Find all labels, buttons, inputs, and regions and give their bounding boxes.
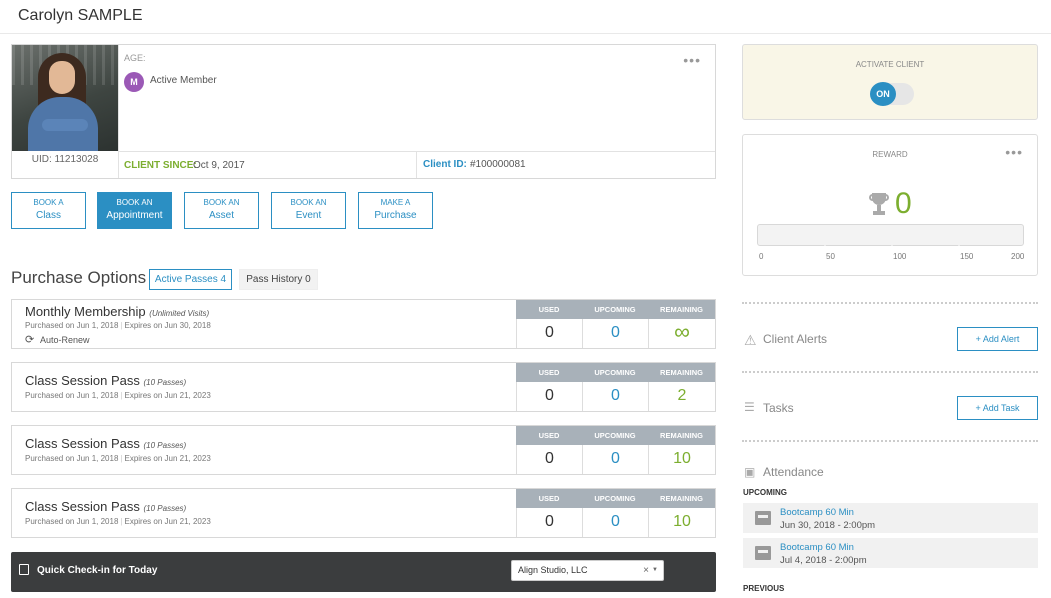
remaining-count: 2 <box>648 382 715 411</box>
pass-name: Monthly Membership (Unlimited Visits) <box>25 304 210 319</box>
make-purchase-button[interactable]: MAKE A Purchase <box>358 192 433 229</box>
list-item[interactable]: Bootcamp 60 Min Jul 4, 2018 - 2:00pm <box>743 538 1038 568</box>
section-divider <box>742 302 1038 304</box>
section-divider <box>742 440 1038 442</box>
used-count: 0 <box>516 382 582 411</box>
client-since-value: Oct 9, 2017 <box>193 160 245 171</box>
page-title: Carolyn SAMPLE <box>18 7 143 24</box>
visit-name[interactable]: Bootcamp 60 Min <box>780 542 854 553</box>
section-divider <box>742 371 1038 373</box>
auto-renew: ⟳ Auto-Renew <box>25 334 90 346</box>
previous-label: PREVIOUS <box>743 584 785 593</box>
add-task-button[interactable]: + Add Task <box>957 396 1038 420</box>
pass-name: Class Session Pass (10 Passes) <box>25 499 187 514</box>
upcoming-count: 0 <box>582 508 648 537</box>
tab-pass-history[interactable]: Pass History 0 <box>239 269 318 290</box>
pass-card: Monthly Membership (Unlimited Visits) Pu… <box>11 299 716 349</box>
age-label: AGE: <box>124 53 146 63</box>
pass-stats: USED UPCOMING REMAINING 0 0 10 <box>516 426 715 474</box>
checkin-icon <box>19 564 29 575</box>
activate-client-panel: ACTIVATE CLIENT ON <box>742 44 1038 120</box>
book-event-button[interactable]: BOOK AN Event <box>271 192 346 229</box>
client-id-label: Client ID: <box>423 159 467 170</box>
visit-date: Jul 4, 2018 - 2:00pm <box>780 555 867 566</box>
class-icon <box>755 511 771 525</box>
attendance-title: Attendance <box>763 465 824 479</box>
chevron-down-icon[interactable]: ▼ <box>652 561 658 580</box>
client-uid: UID: 11213028 <box>31 154 99 165</box>
pass-dates: Purchased on Jun 1, 2018 | Expires on Jun … <box>25 391 211 400</box>
warning-icon: ⚠ <box>744 332 757 348</box>
pass-stats: USED UPCOMING REMAINING 0 0 2 <box>516 363 715 411</box>
reward-points: 0 <box>895 187 912 220</box>
reward-tick: 100 <box>893 252 907 261</box>
client-photo[interactable] <box>12 45 118 151</box>
clear-icon[interactable]: × <box>643 561 649 580</box>
used-count: 0 <box>516 319 582 348</box>
reward-tick: 200 <box>1011 252 1025 261</box>
reward-tick: 150 <box>960 252 974 261</box>
pass-dates: Purchased on Jun 1, 2018 | Expires on Jun … <box>25 517 211 526</box>
visit-name[interactable]: Bootcamp 60 Min <box>780 507 854 518</box>
purchase-options-title: Purchase Options <box>11 268 147 287</box>
pass-dates: Purchased on Jun 1, 2018 | Expires on Jun … <box>25 454 211 463</box>
quick-checkin-bar: Quick Check-in for Today Align Studio, L… <box>11 552 716 592</box>
visit-date: Jun 30, 2018 - 2:00pm <box>780 520 876 531</box>
client-alerts-title: Client Alerts <box>763 332 828 346</box>
class-icon <box>755 546 771 560</box>
activate-toggle[interactable]: ON <box>870 82 914 106</box>
trophy-icon <box>869 193 889 217</box>
tasks-title: Tasks <box>763 401 794 415</box>
pass-card: Class Session Pass (10 Passes) Purchased… <box>11 362 716 412</box>
book-asset-button[interactable]: BOOK AN Asset <box>184 192 259 229</box>
pass-card: Class Session Pass (10 Passes) Purchased… <box>11 488 716 538</box>
reward-progress-bar <box>757 224 1024 249</box>
pass-stats: USED UPCOMING REMAINING 0 0 ∞ <box>516 300 715 348</box>
add-alert-button[interactable]: + Add Alert <box>957 327 1038 351</box>
pass-name: Class Session Pass (10 Passes) <box>25 436 187 451</box>
pass-stats: USED UPCOMING REMAINING 0 0 10 <box>516 489 715 537</box>
upcoming-count: 0 <box>582 319 648 348</box>
book-class-button[interactable]: BOOK A Class <box>11 192 86 229</box>
used-count: 0 <box>516 508 582 537</box>
list-item[interactable]: Bootcamp 60 Min Jun 30, 2018 - 2:00pm <box>743 503 1038 533</box>
title-divider <box>0 33 1051 34</box>
clipboard-icon: ☰ <box>744 400 755 414</box>
location-select[interactable]: Align Studio, LLC × ▼ <box>511 560 664 581</box>
more-options-icon[interactable]: ••• <box>683 53 701 67</box>
reward-label: REWARD <box>872 150 908 159</box>
infinity-icon: ∞ <box>648 319 715 348</box>
client-since-label: CLIENT SINCE: <box>124 160 197 171</box>
pass-name: Class Session Pass (10 Passes) <box>25 373 187 388</box>
pass-card: Class Session Pass (10 Passes) Purchased… <box>11 425 716 475</box>
upcoming-count: 0 <box>582 445 648 474</box>
client-id-value: #100000081 <box>470 159 526 170</box>
calendar-icon: ▣ <box>744 465 756 479</box>
activate-client-label: ACTIVATE CLIENT <box>855 60 925 69</box>
refresh-icon: ⟳ <box>25 334 35 346</box>
more-options-icon[interactable]: ••• <box>1005 145 1023 159</box>
used-count: 0 <box>516 445 582 474</box>
member-badge: M <box>124 72 144 92</box>
quick-checkin-label: Quick Check-in for Today <box>37 565 158 576</box>
book-appointment-button[interactable]: BOOK AN Appointment <box>97 192 172 229</box>
member-status: Active Member <box>150 75 217 86</box>
reward-panel: REWARD ••• 0 0 50 100 150 200 <box>742 134 1038 276</box>
pass-dates: Purchased on Jun 1, 2018 | Expires on Jun … <box>25 321 211 330</box>
tab-active-passes[interactable]: Active Passes 4 <box>149 269 232 290</box>
upcoming-label: UPCOMING <box>743 488 787 497</box>
reward-tick: 50 <box>826 252 835 261</box>
reward-tick: 0 <box>759 252 764 261</box>
profile-card: UID: 11213028 AGE: M Active Member ••• C… <box>11 44 716 179</box>
upcoming-count: 0 <box>582 382 648 411</box>
remaining-count: 10 <box>648 445 715 474</box>
remaining-count: 10 <box>648 508 715 537</box>
